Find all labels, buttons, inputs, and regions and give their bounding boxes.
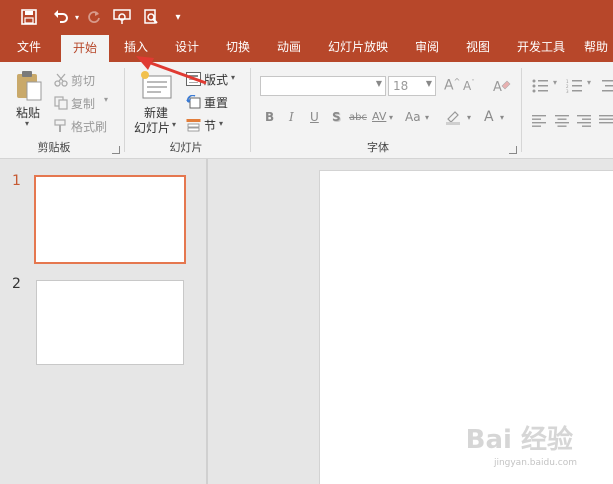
font-size-dropdown-icon[interactable]: ▼ [426, 79, 432, 88]
character-spacing-dropdown-icon[interactable]: ▾ [389, 113, 393, 122]
cut-button[interactable]: 剪切 [71, 72, 95, 89]
format-painter-button[interactable]: 格式刷 [71, 118, 107, 135]
svg-text:A: A [493, 80, 502, 95]
save-icon[interactable] [18, 6, 40, 28]
align-left-icon[interactable] [532, 112, 547, 127]
font-dialog-launcher-icon[interactable] [509, 146, 517, 154]
copy-dropdown-icon[interactable]: ▾ [104, 95, 108, 104]
decrease-indent-icon[interactable] [598, 78, 613, 92]
start-slideshow-icon[interactable] [111, 6, 133, 28]
increase-font-size-icon[interactable]: A^ [444, 77, 460, 94]
redo-icon[interactable] [84, 6, 104, 28]
section-dropdown-icon[interactable]: ▾ [219, 119, 223, 128]
paste-icon[interactable] [14, 70, 44, 102]
numbering-icon[interactable]: 123 [566, 78, 586, 94]
bullets-dropdown-icon[interactable]: ▾ [553, 78, 557, 87]
section-button[interactable]: 节 [204, 117, 216, 134]
group-divider [124, 68, 125, 152]
annotation-arrow-icon [136, 56, 207, 85]
print-preview-icon[interactable] [140, 6, 162, 28]
undo-dropdown-icon[interactable]: ▾ [72, 6, 82, 28]
group-divider [521, 68, 522, 152]
clipboard-group-label: 剪贴板 [37, 141, 71, 154]
reset-button[interactable]: 重置 [204, 94, 228, 111]
highlight-dropdown-icon[interactable]: ▾ [467, 113, 471, 122]
tab-slideshow[interactable]: 幻灯片放映 [322, 33, 394, 62]
strikethrough-button[interactable]: abc [349, 112, 367, 123]
slide-thumbnail-1[interactable] [34, 175, 186, 264]
tab-help[interactable]: 帮助 [584, 33, 613, 62]
watermark-logo: Bai 经验 [465, 425, 573, 455]
font-color-dropdown-icon[interactable]: ▾ [500, 113, 504, 122]
copy-icon [54, 95, 68, 110]
group-divider [250, 68, 251, 152]
customize-qat-icon[interactable]: ▾ [171, 6, 185, 28]
numbering-dropdown-icon[interactable]: ▾ [587, 78, 591, 87]
change-case-button[interactable]: Aa [405, 110, 421, 124]
font-size-value: 18 [393, 79, 409, 93]
slides-group-label: 幻灯片 [169, 141, 203, 154]
layout-dropdown-icon[interactable]: ▾ [231, 73, 235, 82]
new-slide-label-2[interactable]: 幻灯片 [134, 119, 170, 136]
copy-button[interactable]: 复制 [71, 95, 95, 112]
section-icon [186, 117, 201, 132]
ribbon-tabs: 文件 开始 插入 设计 切换 动画 幻灯片放映 审阅 视图 开发工具 帮助 [0, 33, 613, 62]
tab-animations[interactable]: 动画 [267, 33, 311, 62]
tab-transitions[interactable]: 切换 [216, 33, 260, 62]
font-size-combobox[interactable]: 18 ▼ [388, 76, 436, 96]
paste-dropdown-icon[interactable]: ▾ [25, 119, 29, 128]
font-name-dropdown-icon[interactable]: ▼ [376, 79, 382, 88]
underline-button[interactable]: U [310, 110, 319, 124]
slide-number: 2 [12, 276, 21, 292]
new-slide-dropdown-icon[interactable]: ▾ [172, 120, 176, 129]
format-painter-icon [54, 118, 68, 132]
svg-text:3: 3 [566, 89, 569, 93]
tab-view[interactable]: 视图 [456, 33, 500, 62]
bullets-icon[interactable] [532, 78, 552, 93]
font-name-combobox[interactable]: ▼ [260, 76, 386, 96]
tab-home[interactable]: 开始 [61, 35, 109, 62]
tab-review[interactable]: 审阅 [405, 33, 449, 62]
slide-thumbnail-2[interactable] [36, 280, 184, 365]
cut-icon [54, 72, 68, 87]
reset-icon [186, 94, 201, 109]
align-center-icon[interactable] [555, 112, 570, 127]
text-shadow-button[interactable]: S [332, 110, 341, 124]
italic-button[interactable]: I [289, 110, 294, 124]
change-case-dropdown-icon[interactable]: ▾ [425, 113, 429, 122]
character-spacing-button[interactable]: AV [372, 110, 386, 123]
clipboard-dialog-launcher-icon[interactable] [112, 146, 120, 154]
ribbon: 粘贴 ▾ 剪切 复制 ▾ 格式刷 剪贴板 新建 幻灯片 ▾ 版式 ▾ 重置 节 [0, 62, 613, 159]
align-right-icon[interactable] [577, 112, 592, 127]
font-color-button[interactable]: A [484, 109, 494, 125]
bold-button[interactable]: B [265, 110, 274, 124]
justify-icon[interactable] [599, 112, 613, 124]
slide-number: 1 [12, 173, 21, 189]
font-group-label: 字体 [367, 141, 389, 154]
quick-access-toolbar: ▾ ▾ [0, 0, 613, 33]
undo-icon[interactable] [50, 6, 72, 28]
highlight-color-icon[interactable] [445, 109, 463, 125]
tab-file[interactable]: 文件 [6, 33, 52, 62]
tab-developer[interactable]: 开发工具 [510, 33, 572, 62]
decrease-font-size-icon[interactable]: Aˇ [463, 79, 475, 93]
clear-formatting-icon[interactable]: A [493, 77, 511, 95]
watermark-url: jingyan.baidu.com [493, 458, 577, 468]
